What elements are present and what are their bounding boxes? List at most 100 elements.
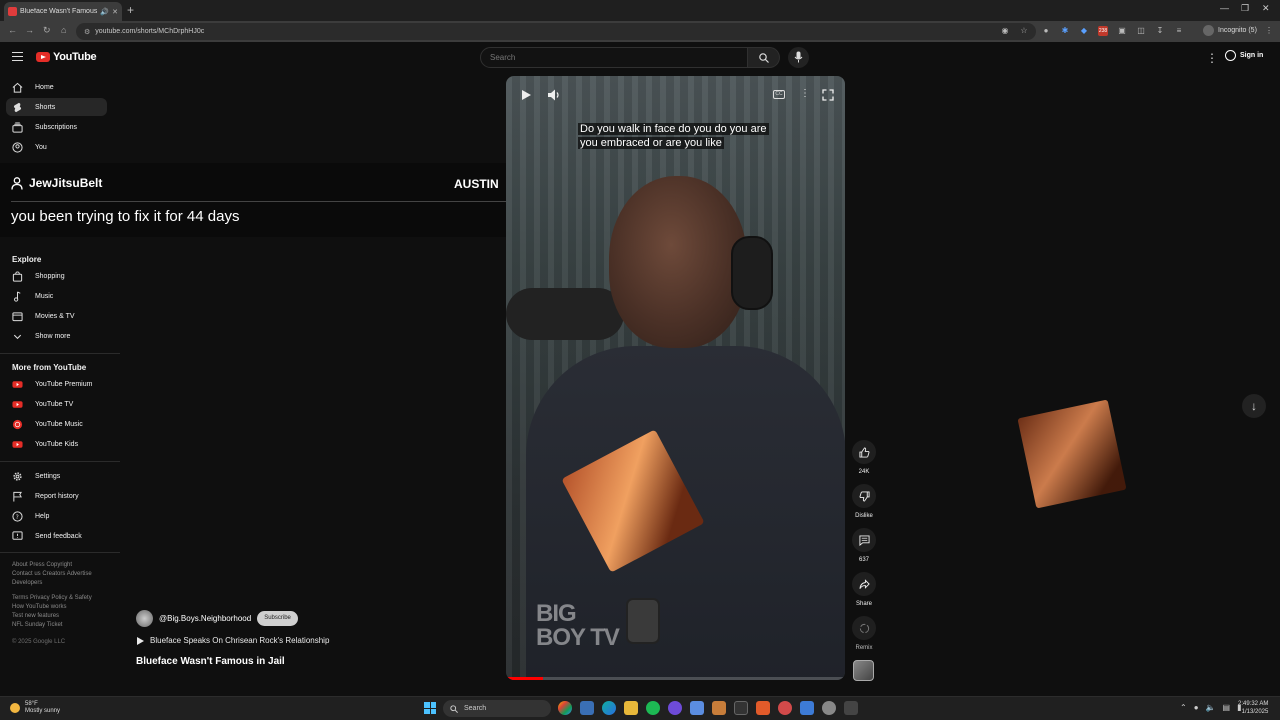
sidebar-item-subscriptions[interactable]: Subscriptions: [6, 118, 107, 136]
search-button[interactable]: [748, 47, 780, 68]
app-dark-icon[interactable]: [844, 701, 858, 715]
app-gray-icon[interactable]: [822, 701, 836, 715]
play-icon[interactable]: [520, 89, 532, 101]
menu-icon[interactable]: [12, 52, 23, 61]
tray-mic-icon[interactable]: ●: [1194, 703, 1199, 712]
more-options-icon[interactable]: ⋮: [800, 88, 810, 99]
tracking-eye-icon[interactable]: ◉: [1000, 26, 1010, 36]
tray-speaker-icon[interactable]: 🔈: [1206, 703, 1216, 712]
sidebar-item-shorts[interactable]: Shorts: [6, 98, 107, 116]
dislike-button[interactable]: Dislike: [851, 484, 877, 519]
progress-bar[interactable]: [506, 677, 845, 680]
taskbar-search[interactable]: Search: [443, 700, 551, 717]
photos-app-icon[interactable]: [800, 701, 814, 715]
shorts-video-player[interactable]: BIG BOY TV CC ⋮ Do you walk in face do y…: [506, 76, 845, 680]
sidebar-item-music[interactable]: Music: [6, 287, 107, 305]
sidebar-item-shopping[interactable]: Shopping: [6, 267, 107, 285]
tray-overflow-icon[interactable]: ⌃: [1180, 703, 1187, 712]
sidebar-item-movies[interactable]: Movies & TV: [6, 307, 107, 325]
sidebar-item-help[interactable]: ? Help: [6, 507, 107, 525]
download-icon[interactable]: ↧: [1155, 26, 1165, 36]
remix-button[interactable]: Remix: [851, 616, 877, 651]
like-button[interactable]: 24K: [851, 440, 877, 475]
address-bar[interactable]: ⚙ youtube.com/shorts/MChDrphHJ0c: [76, 23, 1036, 40]
sidebar-item-send-feedback[interactable]: Send feedback: [6, 527, 107, 545]
sidepanel-icon[interactable]: ◫: [1136, 26, 1146, 36]
footer-links-secondary[interactable]: Terms Privacy Policy & Safety How YouTub…: [12, 594, 112, 630]
shorts-icon: [13, 102, 22, 112]
extensions-puzzle-icon[interactable]: ▣: [1117, 26, 1127, 36]
chrome-app-icon[interactable]: [558, 701, 572, 715]
spotify-app-icon[interactable]: [646, 701, 660, 715]
next-video-button[interactable]: ↓: [1242, 394, 1266, 418]
sidebar-item-you[interactable]: You: [6, 138, 107, 156]
footer-links-primary[interactable]: About Press Copyright Contact us Creator…: [12, 561, 112, 588]
app-a-icon[interactable]: [712, 701, 726, 715]
brave-app-icon[interactable]: [756, 701, 770, 715]
bookmark-star-icon[interactable]: ☆: [1019, 26, 1029, 36]
sidebar-item-youtube-premium[interactable]: YouTube Premium: [6, 375, 107, 393]
youtube-header: YouTube Search ⋮ Sign in: [0, 42, 1280, 74]
user-icon: [11, 176, 23, 190]
chat-user: JewJitsuBelt: [11, 176, 102, 190]
sidebar-item-settings[interactable]: Settings: [6, 467, 107, 485]
extension-badge-icon[interactable]: 238: [1098, 26, 1108, 36]
minimize-icon[interactable]: —: [1220, 3, 1229, 13]
edge-app-icon[interactable]: [602, 701, 616, 715]
start-button-icon[interactable]: [424, 702, 436, 714]
volume-icon[interactable]: [547, 88, 561, 102]
restore-icon[interactable]: ❐: [1241, 3, 1249, 14]
show-more-button[interactable]: Show more: [6, 327, 107, 345]
sidebar-item-label: Subscriptions: [35, 123, 78, 131]
extension-audio-icon[interactable]: ✱: [1060, 26, 1070, 36]
back-icon[interactable]: ←: [8, 25, 17, 35]
sidebar-item-home[interactable]: Home: [6, 78, 107, 96]
audio-playing-icon[interactable]: 🔊: [100, 8, 109, 16]
browser-tab[interactable]: Blueface Wasn't Famous in Jail 🔊 ✕: [4, 2, 122, 21]
settings-more-icon[interactable]: ⋮: [1206, 51, 1218, 65]
close-tab-icon[interactable]: ✕: [112, 8, 118, 16]
reload-icon[interactable]: ↻: [43, 25, 51, 36]
captions-icon[interactable]: CC: [773, 90, 785, 99]
channel-audio-thumbnail[interactable]: [853, 660, 874, 681]
share-button[interactable]: Share: [851, 572, 877, 607]
subscribe-button[interactable]: Subscribe: [257, 611, 298, 626]
task-view-icon[interactable]: [580, 701, 594, 715]
terminal-app-icon[interactable]: [734, 701, 748, 715]
omnibox-actions: ◉ ☆: [1000, 26, 1029, 36]
home-button-icon[interactable]: ⌂: [61, 25, 66, 35]
sidebar-item-youtube-kids[interactable]: YouTube Kids: [6, 435, 107, 453]
channel-avatar[interactable]: [136, 610, 153, 627]
file-explorer-icon[interactable]: [624, 701, 638, 715]
extension-dot-icon[interactable]: ●: [1041, 26, 1051, 36]
extension-translate-icon[interactable]: ◆: [1079, 26, 1089, 36]
comments-button[interactable]: 637: [851, 528, 877, 563]
discord-app-icon[interactable]: [668, 701, 682, 715]
site-info-icon[interactable]: ⚙: [84, 28, 90, 36]
app-red-icon[interactable]: [778, 701, 792, 715]
video-watch: [626, 598, 660, 644]
youtube-premium-icon: [12, 380, 23, 388]
new-tab-icon[interactable]: +: [127, 3, 134, 17]
sidebar-item-youtube-music[interactable]: YouTube Music: [6, 415, 107, 433]
incognito-profile[interactable]: Incognito (5): [1203, 25, 1257, 36]
weather-widget[interactable]: 58°F Mostly sunny: [10, 701, 60, 715]
voice-search-button[interactable]: [788, 47, 809, 68]
search-input[interactable]: Search: [480, 47, 748, 68]
movies-icon: [12, 311, 23, 321]
notes-app-icon[interactable]: [690, 701, 704, 715]
sidebar-item-youtube-tv[interactable]: YouTube TV: [6, 395, 107, 413]
browser-menu-icon[interactable]: ⋮: [1264, 26, 1274, 36]
tray-network-icon[interactable]: ▤: [1223, 703, 1231, 712]
cast-icon[interactable]: ≡: [1174, 26, 1184, 36]
youtube-logo[interactable]: YouTube: [36, 51, 97, 63]
channel-name[interactable]: @Big.Boys.Neighborhood: [159, 614, 251, 623]
close-window-icon[interactable]: ✕: [1262, 3, 1270, 14]
sidebar-item-report-history[interactable]: Report history: [6, 487, 107, 505]
fullscreen-icon[interactable]: [822, 89, 834, 101]
related-video-link[interactable]: Blueface Speaks On Chrisean Rock's Relat…: [137, 636, 329, 645]
taskbar-search-label: Search: [464, 705, 487, 712]
sign-in-button[interactable]: Sign in: [1225, 50, 1263, 61]
forward-icon[interactable]: →: [25, 25, 34, 35]
taskbar-clock[interactable]: 2:49:32 AM 1/13/2025: [1238, 700, 1268, 716]
